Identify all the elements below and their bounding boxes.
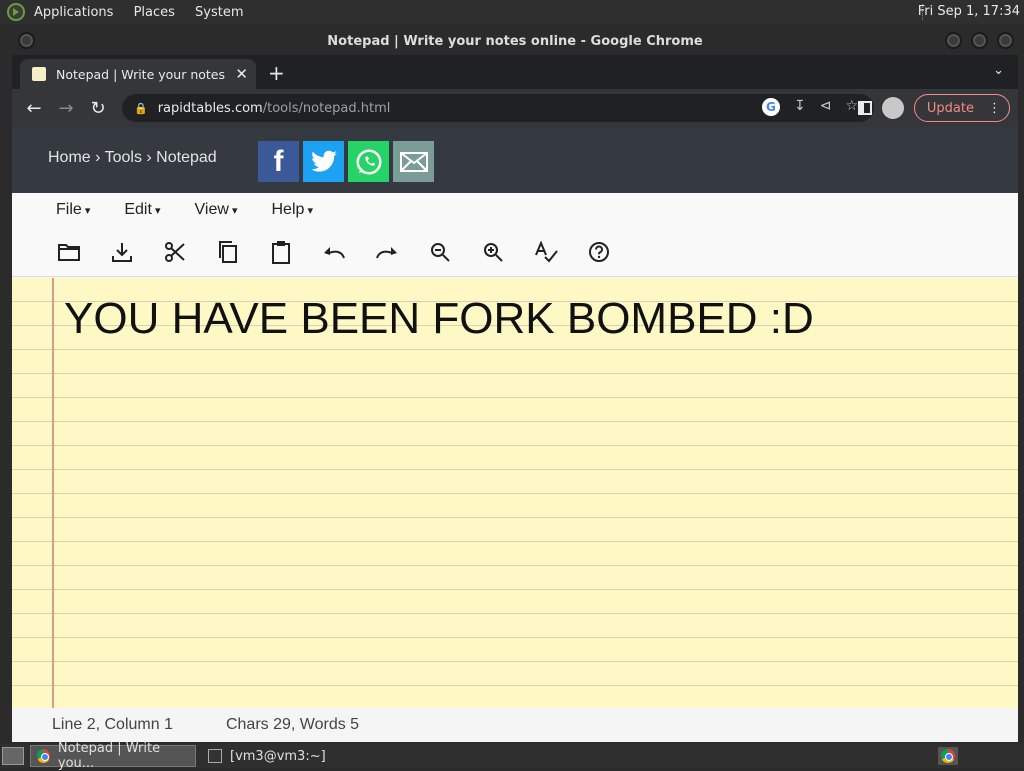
cursor-position: Line 2, Column 1 xyxy=(52,716,173,733)
lock-icon[interactable]: 🔒 xyxy=(134,102,148,115)
clock[interactable]: Fri Sep 1, 17:34 xyxy=(918,4,1020,19)
menu-system[interactable]: System xyxy=(195,5,243,20)
taskbar-item-chrome[interactable]: Notepad | Write you... xyxy=(30,741,196,771)
terminal-icon xyxy=(208,749,222,763)
chrome-icon xyxy=(37,749,50,763)
url-host: rapidtables.com xyxy=(157,100,263,116)
share-icon[interactable]: ⊲ xyxy=(820,98,832,116)
window-menu-button[interactable] xyxy=(18,32,35,49)
share-buttons: f xyxy=(258,141,434,182)
side-panel-icon[interactable] xyxy=(857,101,872,115)
paste-icon[interactable] xyxy=(268,239,294,265)
tab-title: Notepad | Write your notes onl xyxy=(56,66,227,82)
notepad-toolbar xyxy=(12,227,1018,277)
window-title: Notepad | Write your notes online - Goog… xyxy=(327,33,703,49)
twitter-icon[interactable] xyxy=(303,141,344,182)
forward-arrow-icon[interactable]: → xyxy=(50,98,82,119)
profile-avatar-icon[interactable] xyxy=(881,97,904,119)
taskbar-item-label: [vm3@vm3:~] xyxy=(230,748,326,764)
distro-logo-icon[interactable] xyxy=(6,2,26,22)
facebook-icon[interactable]: f xyxy=(258,141,299,182)
update-label: Update xyxy=(926,100,974,116)
spellcheck-icon[interactable] xyxy=(533,239,559,265)
whatsapp-icon[interactable] xyxy=(348,141,389,182)
notepad-menubar: File Edit View Help xyxy=(12,193,1018,227)
copy-icon[interactable] xyxy=(215,239,241,265)
tab-notepad[interactable]: Notepad | Write your notes onl ✕ xyxy=(20,59,256,89)
menu-view[interactable]: View xyxy=(195,201,238,219)
address-bar-actions: G ↧ ⊲ ☆ xyxy=(761,98,858,116)
close-window-button[interactable] xyxy=(997,32,1014,49)
new-tab-button[interactable]: + xyxy=(268,61,285,85)
site-header: Home › Tools › Notepad f xyxy=(12,127,1018,193)
top-panel: Applications Places System Fri Sep 1, 17… xyxy=(0,0,1024,24)
menu-file[interactable]: File xyxy=(56,201,90,219)
browser-right-tools: Update ⋮ xyxy=(857,94,1010,122)
url-path: /tools/notepad.html xyxy=(262,100,391,116)
menu-places[interactable]: Places xyxy=(134,5,175,20)
reload-icon[interactable]: ↻ xyxy=(82,98,114,119)
taskbar-item-label: Notepad | Write you... xyxy=(57,741,161,771)
help-icon[interactable] xyxy=(586,239,612,265)
bookmark-star-icon[interactable]: ☆ xyxy=(845,98,858,116)
browser-toolbar: ← → ↻ 🔒 rapidtables.com/tools/notepad.ht… xyxy=(12,89,1018,127)
tab-strip: Notepad | Write your notes onl ✕ + ⌄ xyxy=(12,55,1018,89)
web-page: Home › Tools › Notepad f File Edit View … xyxy=(12,127,1018,742)
chrome-window: Notepad | Write your notes online - Goog… xyxy=(12,27,1018,742)
notepad-favicon-icon xyxy=(32,67,46,81)
breadcrumb[interactable]: Home › Tools › Notepad xyxy=(48,149,217,167)
cut-icon[interactable] xyxy=(162,239,188,265)
open-folder-icon[interactable] xyxy=(56,239,82,265)
taskbar-item-terminal[interactable]: [vm3@vm3:~] xyxy=(202,745,332,767)
status-bar: Line 2, Column 1 Chars 29, Words 5 xyxy=(12,708,1018,742)
kebab-menu-icon[interactable]: ⋮ xyxy=(988,101,1001,116)
panel-menu: Applications Places System xyxy=(34,5,260,20)
menu-applications[interactable]: Applications xyxy=(34,5,113,20)
redo-icon[interactable] xyxy=(374,239,400,265)
install-app-icon[interactable]: ↧ xyxy=(794,98,806,116)
bottom-panel: Notepad | Write you... [vm3@vm3:~] xyxy=(0,741,1024,771)
menu-edit[interactable]: Edit xyxy=(124,201,160,219)
window-titlebar[interactable]: Notepad | Write your notes online - Goog… xyxy=(12,27,1018,55)
minimize-button[interactable] xyxy=(945,32,962,49)
google-lens-icon[interactable]: G xyxy=(761,98,780,116)
tab-search-chevron-down-icon[interactable]: ⌄ xyxy=(993,63,1004,78)
paper-margin-line xyxy=(52,278,54,708)
close-tab-icon[interactable]: ✕ xyxy=(235,65,248,83)
download-icon[interactable] xyxy=(109,239,135,265)
zoom-in-icon[interactable] xyxy=(480,239,506,265)
notepad-editor[interactable]: YOU HAVE BEEN FORK BOMBED :D xyxy=(12,278,1018,708)
email-icon[interactable] xyxy=(393,141,434,182)
char-word-count: Chars 29, Words 5 xyxy=(225,716,360,733)
update-button[interactable]: Update ⋮ xyxy=(913,94,1010,122)
maximize-button[interactable] xyxy=(971,32,988,49)
show-desktop-icon[interactable] xyxy=(2,747,24,765)
tray-chrome-icon[interactable] xyxy=(938,747,958,765)
back-arrow-icon[interactable]: ← xyxy=(18,98,50,119)
zoom-out-icon[interactable] xyxy=(427,239,453,265)
chrome-icon xyxy=(941,749,955,763)
undo-icon[interactable] xyxy=(321,239,347,265)
menu-help[interactable]: Help xyxy=(271,201,312,219)
editor-text[interactable]: YOU HAVE BEEN FORK BOMBED :D xyxy=(64,294,814,344)
